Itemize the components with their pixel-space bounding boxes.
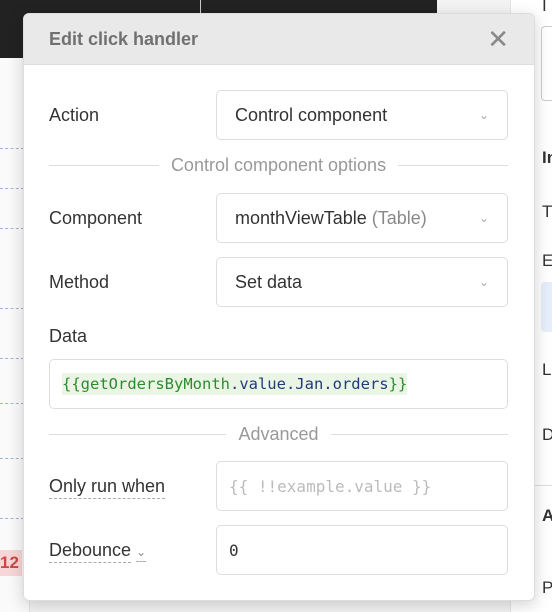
component-label: Component xyxy=(49,207,143,228)
debounce-value: 0 xyxy=(229,540,239,560)
section-divider-options: Control component options xyxy=(49,155,508,176)
inspector-text: A xyxy=(542,506,552,525)
inspector-text: E xyxy=(542,251,552,270)
debounce-input[interactable]: 0 xyxy=(216,525,508,575)
section-divider-advanced: Advanced xyxy=(49,424,508,445)
inspector-text: In xyxy=(542,148,552,167)
data-label: Data xyxy=(49,326,88,346)
action-label: Action xyxy=(49,104,100,125)
component-select[interactable]: monthViewTable (Table) ⌄ xyxy=(216,193,508,243)
section-title: Control component options xyxy=(170,155,387,175)
chevron-down-icon: ⌄ xyxy=(478,275,489,289)
code-identifier: getOrdersByMonth xyxy=(80,375,230,393)
method-value: Set data xyxy=(235,271,303,292)
inspector-text: I xyxy=(542,0,547,15)
data-code-input[interactable]: {{getOrdersByMonth.value.Jan.orders}} xyxy=(49,359,508,409)
action-select[interactable]: Control component ⌄ xyxy=(216,90,508,140)
only-run-when-placeholder: {{ !!example.value }} xyxy=(229,476,432,496)
code-path: .value.Jan.orders xyxy=(229,375,389,393)
only-run-when-input[interactable]: {{ !!example.value }} xyxy=(216,461,508,511)
chevron-down-icon: ⌄ xyxy=(478,108,489,122)
inspector-text: L xyxy=(542,360,552,379)
modal-title: Edit click handler xyxy=(49,28,199,49)
action-value: Control component xyxy=(235,104,388,125)
section-title: Advanced xyxy=(238,424,319,444)
edit-click-handler-modal: Edit click handler ✕ Action Control comp… xyxy=(23,13,535,601)
chevron-down-icon: ⌄ xyxy=(136,544,147,562)
component-type: (Table) xyxy=(371,207,427,228)
method-select[interactable]: Set data ⌄ xyxy=(216,257,508,307)
close-icon[interactable]: ✕ xyxy=(487,26,509,52)
modal-header: Edit click handler ✕ xyxy=(24,14,534,65)
inspector-text: T xyxy=(542,202,552,221)
only-run-when-label: Only run when xyxy=(49,475,216,499)
method-label: Method xyxy=(49,271,110,292)
inspector-text: P xyxy=(542,578,552,597)
debounce-label[interactable]: Debounce ⌄ xyxy=(49,539,216,563)
component-value: monthViewTable xyxy=(235,207,367,228)
code-brace: }} xyxy=(388,375,408,393)
chevron-down-icon: ⌄ xyxy=(478,211,489,225)
code-brace: {{ xyxy=(62,375,81,393)
inspector-text: D xyxy=(542,425,552,444)
count-badge: 12 xyxy=(0,550,22,576)
